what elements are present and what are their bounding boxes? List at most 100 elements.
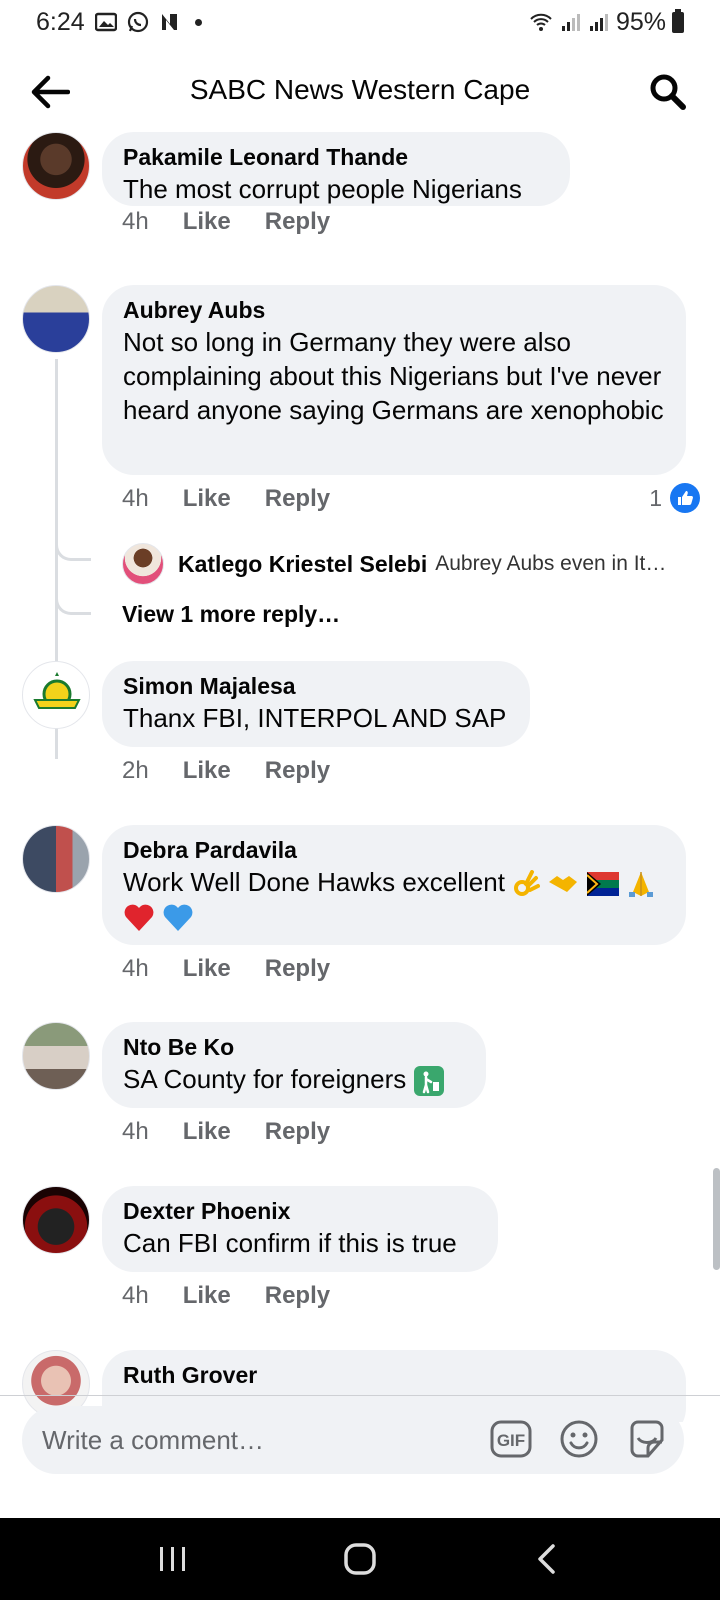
reply-text: Aubrey Aubs even in It…	[435, 552, 667, 575]
comment-author[interactable]: Ruth Grover	[123, 1360, 666, 1390]
folded-hands-emoji-icon	[628, 872, 653, 898]
reply-button[interactable]: Reply	[265, 1118, 330, 1146]
notification-dot	[194, 18, 202, 26]
comment-author[interactable]: Pakamile Leonard Thande	[123, 142, 550, 172]
reply-button[interactable]: Reply	[265, 955, 330, 983]
reply-button[interactable]: Reply	[265, 1282, 330, 1310]
home-button[interactable]	[330, 1529, 390, 1589]
blue-heart-emoji-icon	[163, 904, 193, 932]
reply-button[interactable]: Reply	[265, 757, 330, 785]
comment-actions: 2h Like Reply	[122, 757, 330, 785]
ok-hand-emoji-icon	[514, 870, 541, 897]
comment-author[interactable]: Aubrey Aubs	[123, 295, 666, 325]
thread-branch	[55, 541, 91, 561]
app-header: SABC News Western Cape	[0, 60, 720, 124]
gif-icon: GIF	[490, 1420, 532, 1458]
back-nav-button[interactable]	[517, 1529, 577, 1589]
like-button[interactable]: Like	[183, 1282, 231, 1310]
whatsapp-notification-icon	[127, 11, 148, 33]
south-africa-flag-icon	[586, 872, 619, 897]
comment-author[interactable]: Nto Be Ko	[123, 1032, 466, 1062]
comment-time[interactable]: 4h	[122, 1282, 149, 1310]
comment-actions: 4h Like Reply	[122, 955, 330, 983]
comment-time[interactable]: 4h	[122, 1118, 149, 1146]
avatar[interactable]	[22, 1022, 90, 1090]
home-icon	[344, 1543, 376, 1575]
avatar[interactable]	[22, 285, 90, 353]
comment-text-line: Work Well Done Hawks excellent	[123, 865, 666, 933]
recent-apps-button[interactable]	[143, 1529, 203, 1589]
view-more-replies-link[interactable]: View 1 more reply…	[122, 601, 340, 628]
avatar[interactable]	[22, 1186, 90, 1254]
comment-author[interactable]: Dexter Phoenix	[123, 1196, 478, 1226]
comment-time[interactable]: 4h	[122, 485, 149, 513]
comment-list[interactable]: Pakamile Leonard Thande The most corrupt…	[0, 132, 720, 1422]
comment-text: SA County for foreigners	[123, 1064, 407, 1094]
clock: 6:24	[36, 7, 85, 36]
comment-bubble[interactable]: Aubrey Aubs Not so long in Germany they …	[102, 285, 686, 475]
reaction-summary[interactable]: 1	[649, 483, 700, 513]
comment-author[interactable]: Debra Pardavila	[123, 835, 666, 865]
comment-time[interactable]: 2h	[122, 757, 149, 785]
comment-actions: 4h Like Reply	[122, 1118, 330, 1146]
battery-icon	[672, 8, 684, 33]
comment-input[interactable]: Write a comment…	[42, 1425, 264, 1456]
svg-text:GIF: GIF	[497, 1431, 525, 1450]
like-button[interactable]: Like	[183, 955, 231, 983]
wifi-icon	[530, 13, 552, 31]
emoji-button[interactable]	[558, 1418, 600, 1460]
comment-bubble[interactable]: Debra Pardavila Work Well Done Hawks exc…	[102, 825, 686, 945]
android-nav-bar	[0, 1518, 720, 1600]
comment-text: Can FBI confirm if this is true	[123, 1228, 457, 1258]
like-button[interactable]: Like	[183, 485, 231, 513]
comment-text-line: SA County for foreigners	[123, 1062, 466, 1097]
signal-icon-2	[589, 14, 608, 31]
like-button[interactable]: Like	[183, 757, 231, 785]
reaction-count: 1	[649, 484, 662, 511]
like-button[interactable]: Like	[183, 208, 231, 236]
comment-bubble[interactable]: Simon Majalesa Thanx FBI, INTERPOL AND S…	[102, 661, 530, 747]
thumbs-up-icon	[670, 483, 700, 513]
sticker-icon	[630, 1420, 664, 1458]
reply-preview[interactable]: Katlego Kriestel Selebi Aubrey Aubs even…	[122, 543, 666, 585]
like-button[interactable]: Like	[183, 1118, 231, 1146]
red-heart-emoji-icon	[124, 904, 154, 932]
comment-text: Work Well Done Hawks excellent	[123, 867, 505, 897]
gif-button[interactable]: GIF	[490, 1418, 532, 1460]
status-left: 6:24	[36, 8, 202, 37]
comment-author[interactable]: Simon Majalesa	[123, 671, 510, 701]
comment-actions: 4h Like Reply	[122, 208, 330, 236]
scrollbar[interactable]	[713, 1168, 720, 1270]
chevron-left-icon	[537, 1544, 555, 1574]
litter-in-bin-emoji-icon	[413, 1066, 444, 1097]
reply-button[interactable]: Reply	[265, 208, 330, 236]
signal-icon-1	[561, 14, 580, 31]
comment-time[interactable]: 4h	[122, 208, 149, 236]
sticker-button[interactable]	[626, 1418, 668, 1460]
divider	[0, 1395, 720, 1396]
comment-text: The most corrupt people Nigerians	[123, 174, 522, 204]
comment-bubble[interactable]: Nto Be Ko SA County for foreigners	[102, 1022, 486, 1108]
avatar[interactable]	[22, 825, 90, 893]
comment-bubble[interactable]: Dexter Phoenix Can FBI confirm if this i…	[102, 1186, 498, 1272]
reply-author[interactable]: Katlego Kriestel Selebi	[178, 551, 427, 578]
comment-text: Thanx FBI, INTERPOL AND SAP	[123, 703, 507, 733]
avatar[interactable]	[22, 132, 90, 200]
comment-actions: 4h Like Reply	[122, 485, 330, 513]
avatar[interactable]	[122, 543, 164, 585]
gallery-notification-icon	[94, 12, 117, 32]
club-logo-icon	[33, 672, 81, 709]
search-icon	[650, 74, 686, 110]
comment-time[interactable]: 4h	[122, 955, 149, 983]
comment-text: Not so long in Germany they were also co…	[123, 327, 664, 425]
avatar[interactable]	[22, 661, 90, 729]
status-bar: 6:24 95%	[0, 0, 720, 44]
search-button[interactable]	[646, 70, 690, 114]
status-right: 95%	[528, 8, 684, 37]
composer-actions: GIF	[490, 1418, 668, 1460]
reply-button[interactable]: Reply	[265, 485, 330, 513]
comment-bubble[interactable]: Pakamile Leonard Thande The most corrupt…	[102, 132, 570, 206]
comment-composer[interactable]: Write a comment… GIF	[22, 1406, 684, 1474]
thread-branch	[55, 595, 91, 615]
smiley-icon	[560, 1420, 598, 1458]
